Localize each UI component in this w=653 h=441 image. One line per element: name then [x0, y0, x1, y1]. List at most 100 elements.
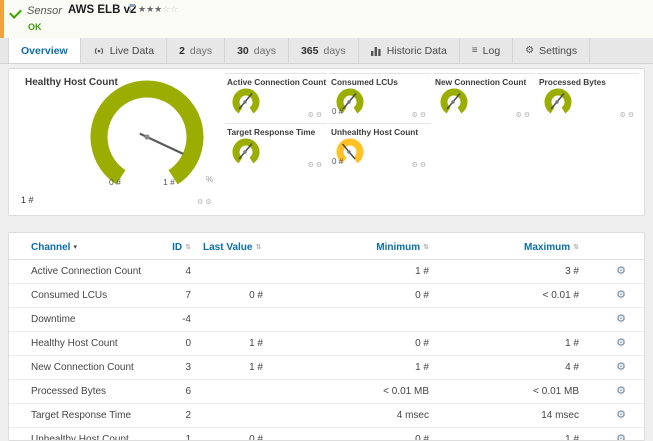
- gear-icon: ⚙: [307, 112, 316, 119]
- flag-icon: [129, 3, 135, 13]
- channel-last-value: [197, 307, 269, 332]
- channel-row: Target Response Time 2 4 msec 14 msec ⚙: [9, 403, 644, 428]
- channel-name: Downtime: [9, 307, 159, 332]
- channel-settings-icon[interactable]: ⚙: [616, 337, 626, 349]
- col-header-settings: [585, 233, 644, 260]
- channel-settings-icon[interactable]: ⚙: [616, 433, 626, 441]
- gauge-settings-icons[interactable]: ⚙⚙: [619, 111, 636, 119]
- gauge-dial: [232, 138, 260, 164]
- channel-row: Processed Bytes 6 < 0.01 MB < 0.01 MB ⚙: [9, 379, 644, 404]
- tab-label: Settings: [539, 44, 578, 57]
- tab-365-days[interactable]: 365 days: [289, 38, 359, 63]
- channel-settings-icon[interactable]: ⚙: [616, 313, 626, 325]
- tab-label-unit: days: [323, 44, 346, 57]
- channel-minimum: 0 #: [269, 331, 435, 356]
- channel-last-value: [197, 379, 269, 404]
- channel-settings-icon[interactable]: ⚙: [616, 361, 626, 373]
- log-icon: ≡: [471, 44, 478, 56]
- col-header-minimum[interactable]: Minimum ⇅: [269, 233, 435, 260]
- tab-30-days[interactable]: 30 days: [225, 38, 289, 63]
- tab-live-data[interactable]: Live Data: [81, 38, 168, 63]
- channel-table: Channel ▾ ID ⇅ Last Value ⇅ Minimum ⇅ Maximu…: [9, 233, 644, 441]
- gauge-settings-icons[interactable]: ⚙⚙: [515, 111, 532, 119]
- gear-icon: ⚙: [627, 112, 636, 119]
- channel-name: Processed Bytes: [9, 379, 159, 404]
- channel-minimum: 0 #: [269, 427, 435, 440]
- channel-gauge-active-connection-count[interactable]: Active Connection Count ⚙⚙: [225, 73, 327, 120]
- gear-icon: ⚙: [523, 112, 532, 119]
- tab-settings[interactable]: ⚙ Settings: [513, 38, 591, 63]
- priority-stars[interactable]: ★★★☆☆: [138, 4, 178, 15]
- channel-id: 7: [159, 283, 197, 308]
- tab-historic-data[interactable]: Historic Data: [359, 38, 460, 63]
- channel-row: Downtime -4 ⚙: [9, 307, 644, 332]
- gauge-needle-hub: [347, 100, 351, 104]
- gauge-arc: [90, 80, 204, 185]
- gauge-settings-icons[interactable]: ⚙⚙: [411, 111, 428, 119]
- col-header-label: Maximum: [524, 242, 571, 253]
- gauge-dial: [232, 88, 260, 114]
- channel-gauge-title: Consumed LCUs: [331, 77, 398, 87]
- col-header-channel[interactable]: Channel ▾: [9, 233, 159, 260]
- channel-minimum: 1 #: [269, 355, 435, 380]
- star-empty-icons: ☆☆: [162, 4, 179, 14]
- channel-last-value: [197, 259, 269, 284]
- col-header-maximum[interactable]: Maximum ⇅: [435, 233, 585, 260]
- channel-gauge-target-response-time[interactable]: Target Response Time ⚙⚙: [225, 123, 327, 170]
- sort-icon: ⇅: [573, 244, 579, 251]
- channel-settings-icon[interactable]: ⚙: [616, 265, 626, 277]
- channel-maximum: 3 #: [435, 259, 585, 284]
- channel-gauge-title: Active Connection Count: [227, 77, 327, 87]
- sort-icon: ⇅: [255, 244, 262, 251]
- tab-label-unit: days: [253, 44, 276, 57]
- channel-id: 6: [159, 379, 197, 404]
- gauge-needle-hub: [144, 134, 150, 140]
- channel-id: 4: [159, 259, 197, 284]
- channel-id: 2: [159, 403, 197, 428]
- gauge-needle-hub: [347, 150, 351, 154]
- main-gauge-value: 1 #: [21, 195, 34, 205]
- main-gauge-healthy-host-count[interactable]: Healthy Host Count 0 # 1 # 1 # % ⚙⚙: [9, 69, 223, 215]
- channel-id: 1: [159, 427, 197, 440]
- gauge-settings-icons[interactable]: ⚙⚙: [411, 161, 428, 169]
- page-title: AWS ELB v2: [68, 4, 137, 16]
- channel-maximum: 14 msec: [435, 403, 585, 428]
- col-header-last-value[interactable]: Last Value ⇅: [197, 233, 269, 260]
- col-header-label: Channel: [31, 242, 71, 253]
- gauge-unit-label: %: [206, 175, 214, 184]
- channel-row: Active Connection Count 4 1 # 3 # ⚙: [9, 259, 644, 284]
- tab-label-number: 30: [237, 44, 249, 57]
- gauge-settings-icons[interactable]: ⚙⚙: [307, 161, 324, 169]
- channel-minimum: [269, 307, 435, 332]
- gauge-needle-hub: [451, 100, 455, 104]
- channel-minimum: 0 #: [269, 283, 435, 308]
- channel-settings-icon[interactable]: ⚙: [616, 289, 626, 301]
- tab-overview[interactable]: Overview: [8, 38, 81, 63]
- channel-gauge-consumed-lcus[interactable]: Consumed LCUs 0 # ⚙⚙: [329, 73, 431, 120]
- channel-name: Unhealthy Host Count: [9, 427, 159, 440]
- channel-gauge-processed-bytes[interactable]: Processed Bytes ⚙⚙: [537, 73, 639, 120]
- col-header-id[interactable]: ID ⇅: [159, 233, 197, 260]
- channel-id: 3: [159, 355, 197, 380]
- gear-icon: ⚙: [205, 199, 214, 206]
- channel-gauge-title: Processed Bytes: [539, 77, 606, 87]
- col-header-label: ID: [172, 242, 183, 253]
- gear-icon: ⚙: [419, 112, 428, 119]
- prtg-sensor-page: Sensor AWS ELB v2 ★★★☆☆ OK Overview Live…: [0, 0, 653, 441]
- channel-settings-icon[interactable]: ⚙: [616, 385, 626, 397]
- channel-row: Healthy Host Count 0 1 # 0 # 1 # ⚙: [9, 331, 644, 356]
- col-header-label: Last Value: [203, 242, 253, 253]
- tab-log[interactable]: ≡ Log: [460, 38, 514, 63]
- channel-gauge-value: 0 #: [332, 157, 344, 166]
- channel-gauge-unhealthy-host-count[interactable]: Unhealthy Host Count 0 # ⚙⚙: [329, 123, 431, 170]
- tab-2-days[interactable]: 2 days: [167, 38, 226, 63]
- channel-gauge-value: 0 #: [332, 107, 344, 116]
- gauge-scale-max: 1 #: [163, 177, 175, 187]
- gauge-settings-icons[interactable]: ⚙⚙: [197, 198, 214, 206]
- status-text: OK: [28, 22, 42, 32]
- table-header-row: Channel ▾ ID ⇅ Last Value ⇅ Minimum ⇅ Maximu…: [9, 233, 644, 260]
- channel-gauge-new-connection-count[interactable]: New Connection Count ⚙⚙: [433, 73, 535, 120]
- historic-data-icon: [370, 46, 381, 56]
- channel-settings-icon[interactable]: ⚙: [616, 409, 626, 421]
- gauge-settings-icons[interactable]: ⚙⚙: [307, 111, 324, 119]
